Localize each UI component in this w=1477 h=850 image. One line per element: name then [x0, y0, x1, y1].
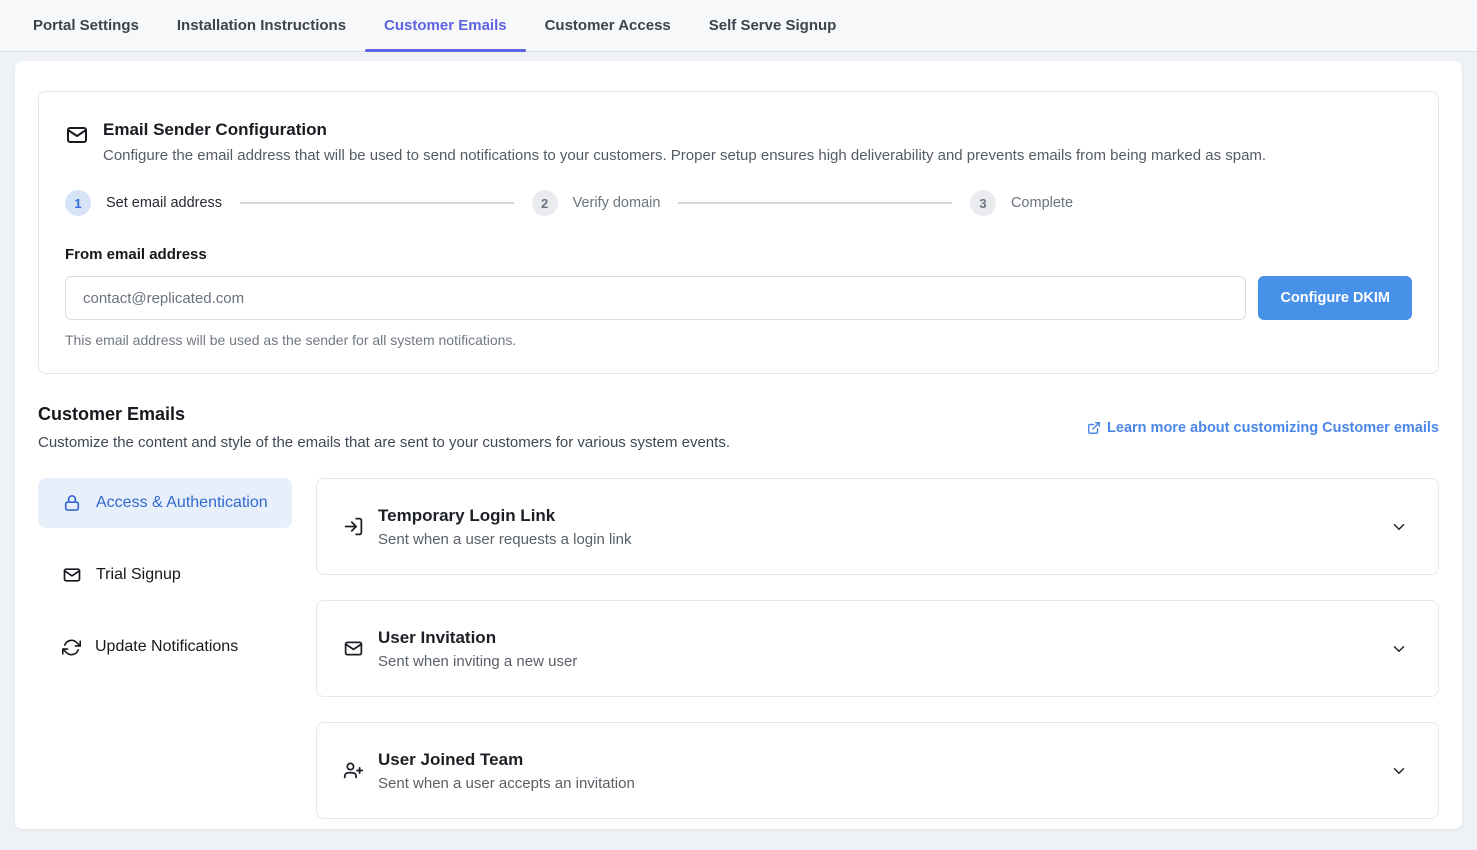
sender-config-title: Email Sender Configuration — [103, 120, 1266, 140]
from-email-row: Configure DKIM — [65, 276, 1412, 320]
user-plus-icon — [343, 760, 364, 781]
from-email-label: From email address — [65, 246, 1412, 263]
learn-more-label: Learn more about customizing Customer em… — [1107, 420, 1439, 436]
tab-installation-instructions[interactable]: Installation Instructions — [158, 0, 365, 51]
card-text: User Joined Team Sent when a user accept… — [378, 750, 1378, 792]
tab-self-serve-signup[interactable]: Self Serve Signup — [690, 0, 856, 51]
refresh-icon — [62, 638, 81, 657]
step-label: Verify domain — [573, 195, 661, 211]
step-label: Set email address — [106, 195, 222, 211]
sidebar-item-trial-signup[interactable]: Trial Signup — [38, 550, 292, 600]
sidebar-item-label: Trial Signup — [96, 563, 181, 587]
customer-emails-description: Customize the content and style of the e… — [38, 434, 730, 451]
step-complete: 3 Complete — [970, 190, 1073, 216]
sidebar-item-update-notifications[interactable]: Update Notifications — [38, 622, 292, 672]
chevron-down-icon[interactable] — [1390, 762, 1408, 780]
learn-more-link[interactable]: Learn more about customizing Customer em… — [1087, 420, 1439, 436]
email-template-cards: Temporary Login Link Sent when a user re… — [316, 478, 1439, 819]
sidebar-item-label: Access & Authentication — [96, 491, 268, 515]
tab-customer-access[interactable]: Customer Access — [526, 0, 690, 51]
step-number-badge: 3 — [970, 190, 996, 216]
card-text: Temporary Login Link Sent when a user re… — [378, 506, 1378, 548]
email-card-title: User Invitation — [378, 628, 1378, 648]
email-card-subtitle: Sent when a user requests a login link — [378, 531, 1378, 548]
email-sender-config-card: Email Sender Configuration Configure the… — [38, 91, 1439, 374]
email-setup-stepper: 1 Set email address 2 Verify domain 3 Co… — [65, 190, 1073, 216]
email-card-title: Temporary Login Link — [378, 506, 1378, 526]
from-email-input[interactable] — [65, 276, 1246, 320]
sender-config-header: Email Sender Configuration Configure the… — [65, 120, 1412, 164]
stepper-connector — [240, 202, 514, 204]
step-label: Complete — [1011, 195, 1073, 211]
step-verify-domain: 2 Verify domain — [532, 190, 661, 216]
email-card-title: User Joined Team — [378, 750, 1378, 770]
settings-tabbar: Portal Settings Installation Instruction… — [0, 0, 1477, 52]
step-number-badge: 1 — [65, 190, 91, 216]
sidebar-item-access-authentication[interactable]: Access & Authentication — [38, 478, 292, 528]
external-link-icon — [1087, 421, 1101, 435]
email-card-subtitle: Sent when a user accepts an invitation — [378, 775, 1378, 792]
from-email-helper-text: This email address will be used as the s… — [65, 332, 1412, 348]
configure-dkim-button[interactable]: Configure DKIM — [1258, 276, 1412, 320]
step-number-badge: 2 — [532, 190, 558, 216]
sidebar-item-label: Update Notifications — [95, 635, 238, 659]
stepper-connector — [678, 202, 952, 204]
email-category-sidebar: Access & Authentication Trial Signup Upd… — [38, 478, 292, 819]
lock-icon — [62, 493, 82, 513]
mail-icon — [65, 123, 89, 147]
tab-customer-emails[interactable]: Customer Emails — [365, 0, 526, 51]
mail-icon — [343, 638, 364, 659]
sender-config-text: Email Sender Configuration Configure the… — [103, 120, 1266, 164]
step-set-email-address: 1 Set email address — [65, 190, 222, 216]
chevron-down-icon[interactable] — [1390, 640, 1408, 658]
login-icon — [343, 516, 364, 537]
chevron-down-icon[interactable] — [1390, 518, 1408, 536]
customer-emails-panel: Email Sender Configuration Configure the… — [15, 61, 1462, 829]
sender-config-description: Configure the email address that will be… — [103, 147, 1266, 164]
customer-emails-section-header: Customer Emails Customize the content an… — [38, 404, 1439, 451]
email-card-subtitle: Sent when inviting a new user — [378, 653, 1378, 670]
mail-icon — [62, 565, 82, 585]
customer-emails-heading-block: Customer Emails Customize the content an… — [38, 404, 730, 451]
customer-emails-title: Customer Emails — [38, 404, 730, 425]
email-card-temporary-login-link[interactable]: Temporary Login Link Sent when a user re… — [316, 478, 1439, 575]
tab-portal-settings[interactable]: Portal Settings — [14, 0, 158, 51]
card-text: User Invitation Sent when inviting a new… — [378, 628, 1378, 670]
email-card-user-joined-team[interactable]: User Joined Team Sent when a user accept… — [316, 722, 1439, 819]
customer-emails-content: Access & Authentication Trial Signup Upd… — [38, 478, 1439, 819]
email-card-user-invitation[interactable]: User Invitation Sent when inviting a new… — [316, 600, 1439, 697]
